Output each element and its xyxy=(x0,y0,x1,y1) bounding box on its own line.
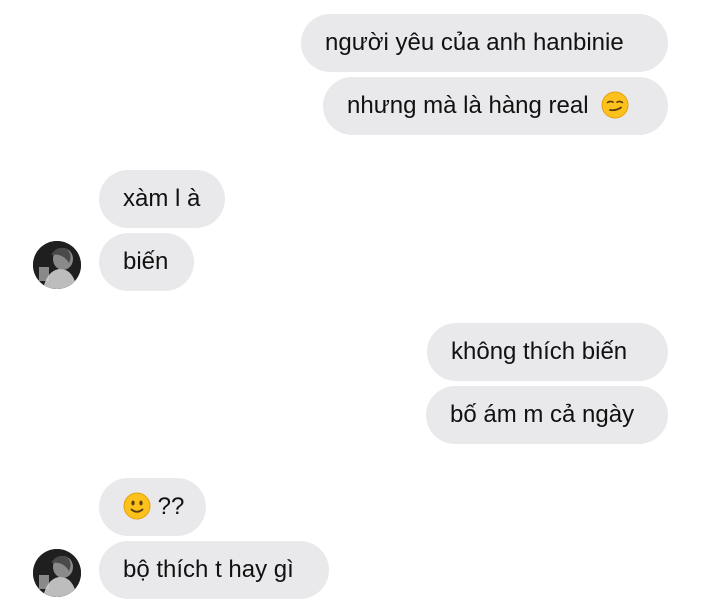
message-bubble-received[interactable]: xàm l à xyxy=(99,170,225,228)
message-bubble-sent[interactable]: nhưng mà là hàng real xyxy=(323,77,668,135)
message-bubble-received[interactable]: ?? xyxy=(99,478,206,536)
avatar-photo-icon xyxy=(33,549,81,597)
contact-avatar[interactable] xyxy=(33,549,81,597)
message-bubble-sent[interactable]: người yêu của anh hanbinie xyxy=(301,14,668,72)
message-text: không thích biến xyxy=(451,338,628,365)
avatar-photo-icon xyxy=(33,241,81,289)
message-text: biến xyxy=(123,248,169,275)
message-text: ?? xyxy=(157,493,185,520)
chat-screen: { "messages": [ {"id": "m1", "side": "se… xyxy=(0,0,720,604)
message-bubble-received[interactable]: bộ thích t hay gì xyxy=(99,541,329,599)
contact-avatar[interactable] xyxy=(33,241,81,289)
message-bubble-sent[interactable]: không thích biến xyxy=(427,323,668,381)
slight-smile-emoji-icon xyxy=(123,492,151,520)
message-text: người yêu của anh hanbinie xyxy=(325,29,624,56)
message-text: nhưng mà là hàng real xyxy=(347,92,589,119)
message-text: bộ thích t hay gì xyxy=(123,556,294,583)
message-bubble-sent[interactable]: bố ám m cả ngày xyxy=(426,386,668,444)
message-bubble-received[interactable]: biến xyxy=(99,233,194,291)
smirk-emoji-icon xyxy=(601,91,629,119)
message-text: xàm l à xyxy=(123,185,201,212)
message-text: bố ám m cả ngày xyxy=(450,401,635,428)
